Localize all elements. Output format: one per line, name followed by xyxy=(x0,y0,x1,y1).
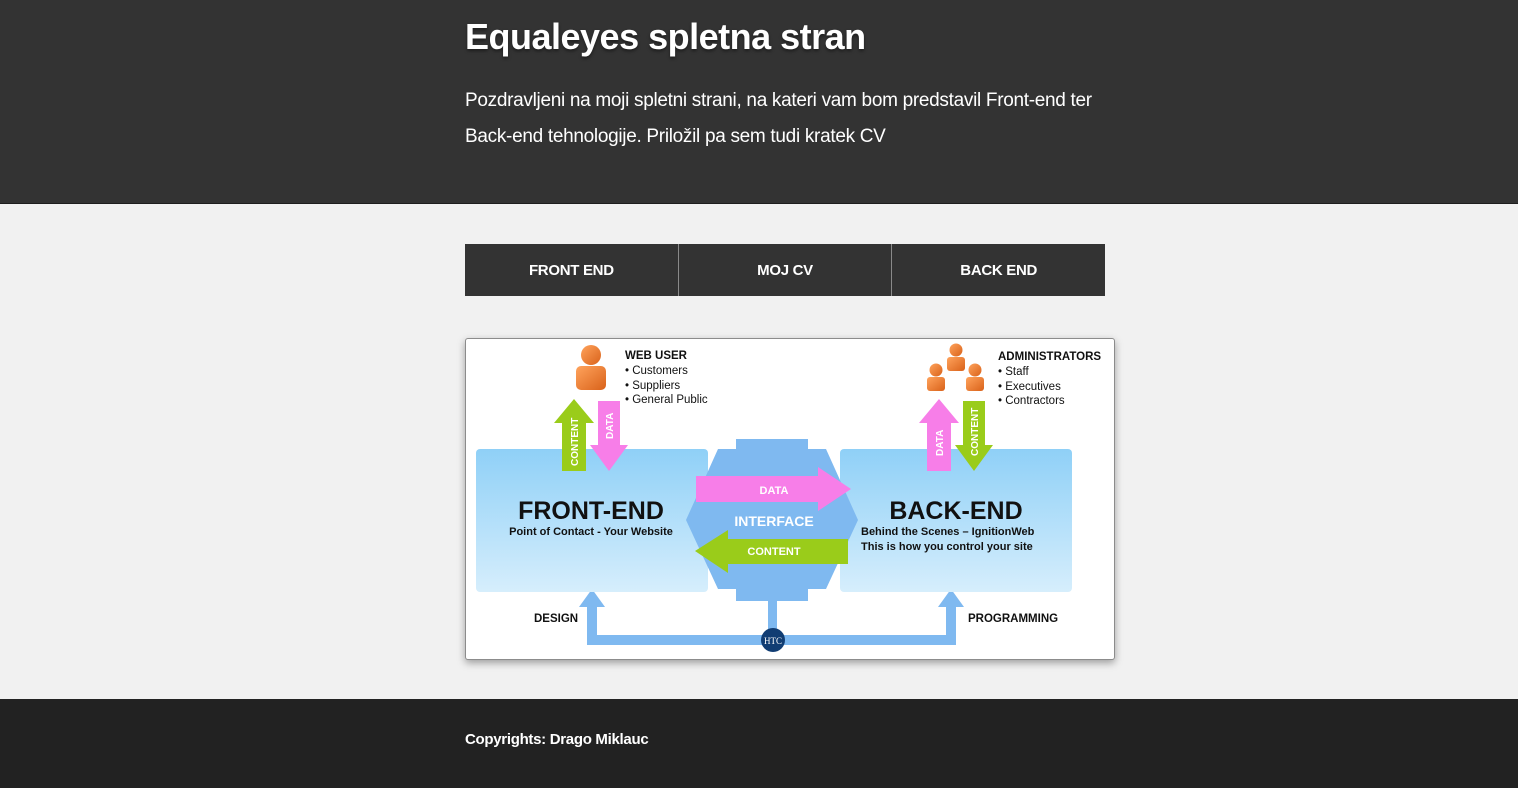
front-end-subtitle: Point of Contact - Your Website xyxy=(509,526,673,538)
back-end-title: BACK-END xyxy=(889,497,1022,525)
web-user-item: • Customers xyxy=(625,365,688,377)
nav-moj-cv[interactable]: MOJ CV xyxy=(677,244,892,296)
programming-label: PROGRAMMING xyxy=(968,613,1058,625)
front-end-title: FRONT-END xyxy=(518,497,664,525)
content-label-vertical: CONTENT xyxy=(970,408,981,456)
header: Equaleyes spletna stran Pozdravljeni na … xyxy=(0,0,1518,204)
main-nav: FRONT END MOJ CV BACK END xyxy=(465,244,1106,296)
nav-front-end[interactable]: FRONT END xyxy=(465,244,678,296)
admin-item: • Executives xyxy=(998,381,1061,393)
nav-back-end[interactable]: BACK END xyxy=(891,244,1106,296)
back-end-subtitle-1: Behind the Scenes – IgnitionWeb xyxy=(861,526,1035,538)
htc-logo-text: HTC xyxy=(764,636,782,646)
data-label-vertical: DATA xyxy=(605,413,616,439)
copyright-text: Copyrights: Drago Miklauc xyxy=(465,731,649,748)
page-title: Equaleyes spletna stran xyxy=(465,16,866,57)
content-label-vertical: CONTENT xyxy=(570,418,581,466)
intro-text: Pozdravljeni na moji spletni strani, na … xyxy=(465,90,1092,147)
interface-label: INTERFACE xyxy=(734,513,813,529)
frontend-backend-diagram: WEB USER • Customers • Suppliers • Gener… xyxy=(465,338,1115,660)
data-label-vertical: DATA xyxy=(935,430,946,456)
admin-item: • Contractors xyxy=(998,395,1065,407)
data-arrow-label: DATA xyxy=(760,485,789,497)
htc-logo: HTC xyxy=(761,628,785,652)
design-label: DESIGN xyxy=(534,613,578,625)
footer: Copyrights: Drago Miklauc xyxy=(0,699,1518,788)
back-end-subtitle-2: This is how you control your site xyxy=(861,541,1033,553)
web-user-item: • Suppliers xyxy=(625,380,680,392)
admin-title: ADMINISTRATORS xyxy=(998,351,1101,363)
content-arrow-label: CONTENT xyxy=(747,546,800,558)
web-user-title: WEB USER xyxy=(625,350,688,362)
web-user-item: • General Public xyxy=(625,394,708,406)
admin-item: • Staff xyxy=(998,366,1029,378)
